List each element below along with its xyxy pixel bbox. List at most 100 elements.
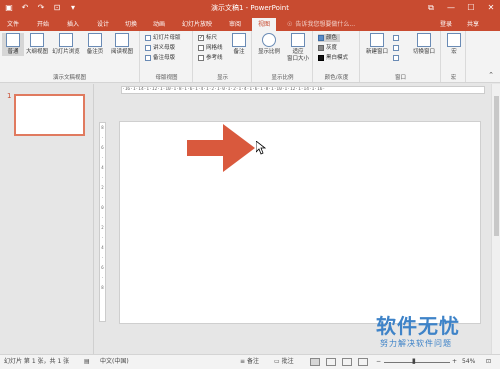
magnifier-icon xyxy=(262,33,276,47)
normal-view-button[interactable]: 普通 xyxy=(2,33,24,56)
minimize-icon[interactable]: — xyxy=(444,1,458,14)
tab-transitions[interactable]: 切换 xyxy=(120,18,142,31)
ribbon-tabs: 文件 开始 插入 设计 切换 动画 幻灯片放映 审阅 视图 告诉我您想要做什么.… xyxy=(0,16,500,31)
slide-master-icon xyxy=(145,34,151,41)
ribbon: 普通 大纲视图 幻灯片浏览 备注页 阅读视图 演示文稿视图 幻灯片母版 讲义母版… xyxy=(0,31,500,83)
slide-counter: 幻灯片 第 1 张，共 1 张 xyxy=(4,358,70,365)
title-bar: ▣ ↶ ↷ ⊡ ▾ 演示文稿1 - PowerPoint ⧉ — ☐ ✕ xyxy=(0,0,500,16)
slide-thumbnail-pane: 1 xyxy=(0,84,94,354)
guides-checkbox[interactable]: 参考线 xyxy=(198,54,223,62)
slide-number: 1 xyxy=(7,92,12,100)
notes-toggle[interactable]: ≡ 备注 xyxy=(240,355,259,369)
slide-sorter-status-icon[interactable] xyxy=(326,355,336,369)
zoom-button[interactable]: 显示比例 xyxy=(256,33,282,56)
ribbon-display-options-icon[interactable]: ⧉ xyxy=(424,1,438,14)
outline-view-button[interactable]: 大纲视图 xyxy=(26,33,48,56)
grayscale-button[interactable]: 灰度 xyxy=(318,44,337,52)
vruler-mark: · xyxy=(101,155,104,160)
group-color-grayscale: 颜色 灰度 黑白模式 颜色/灰度 xyxy=(314,31,360,82)
group-label: 窗口 xyxy=(394,75,406,81)
tab-file[interactable]: 文件 xyxy=(2,18,24,31)
normal-view-status-icon[interactable] xyxy=(310,355,320,369)
switch-windows-button[interactable]: 切换窗口 xyxy=(409,33,439,56)
maximize-icon[interactable]: ☐ xyxy=(464,1,478,14)
reading-view-status-icon[interactable] xyxy=(342,355,352,369)
handout-master-button[interactable]: 讲义母版 xyxy=(145,44,175,52)
vruler-mark: · xyxy=(101,215,104,220)
tab-review[interactable]: 审阅 xyxy=(224,18,246,31)
slideshow-status-icon[interactable] xyxy=(358,355,368,369)
cascade-button[interactable] xyxy=(393,44,401,52)
color-button[interactable]: 颜色 xyxy=(318,34,341,42)
cascade-icon xyxy=(393,44,399,51)
arrange-all-icon xyxy=(393,34,399,41)
zoom-in-icon[interactable]: + xyxy=(452,355,457,369)
zoom-slider-thumb[interactable]: ▮ xyxy=(412,354,416,368)
tab-view[interactable]: 视图 xyxy=(252,18,276,31)
tab-insert[interactable]: 插入 xyxy=(62,18,84,31)
checkmark-icon: ✓ xyxy=(198,34,204,41)
vruler-mark: · xyxy=(101,275,104,280)
scrollbar-thumb[interactable] xyxy=(494,96,499,236)
fit-to-window-button[interactable]: 适应 窗口大小 xyxy=(284,33,312,63)
slide-canvas[interactable] xyxy=(119,121,481,324)
group-label: 母版视图 xyxy=(155,75,178,81)
vruler-mark: 2 xyxy=(101,185,104,190)
language-indicator[interactable]: 中文(中国) xyxy=(100,355,129,369)
slide-master-button[interactable]: 幻灯片母版 xyxy=(145,34,181,42)
tab-animations[interactable]: 动画 xyxy=(148,18,170,31)
notes-page-button[interactable]: 备注页 xyxy=(84,33,106,56)
gridlines-checkbox[interactable]: 网格线 xyxy=(198,44,223,52)
tab-slideshow[interactable]: 幻灯片放映 xyxy=(176,18,218,31)
zoom-level[interactable]: 54% xyxy=(462,355,475,369)
zoom-out-icon[interactable]: − xyxy=(376,355,381,369)
macros-button[interactable]: 宏 xyxy=(443,33,465,56)
group-label: 颜色/灰度 xyxy=(324,75,349,81)
close-icon[interactable]: ✕ xyxy=(484,1,498,14)
outline-view-icon xyxy=(30,33,44,47)
tab-design[interactable]: 设计 xyxy=(92,18,114,31)
slide-thumbnail[interactable] xyxy=(14,94,85,136)
group-macros: 宏 宏 xyxy=(442,31,466,82)
group-label: 宏 xyxy=(450,75,457,81)
notes-master-button[interactable]: 备注母版 xyxy=(145,54,175,62)
spellcheck-icon[interactable]: ▤ xyxy=(84,355,90,369)
group-zoom: 显示比例 适应 窗口大小 显示比例 xyxy=(253,31,313,82)
login-link[interactable]: 登录 xyxy=(440,19,452,28)
notes-icon xyxy=(232,33,246,47)
vruler-mark: 6 xyxy=(101,145,104,150)
notes-button[interactable]: 备注 xyxy=(229,33,249,56)
slide-sorter-icon xyxy=(59,33,73,47)
vruler-mark: · xyxy=(101,135,104,140)
comments-toggle[interactable]: ▭ 批注 xyxy=(274,355,294,369)
right-arrow-shape[interactable] xyxy=(187,122,257,172)
fit-slide-icon[interactable]: ⊡ xyxy=(486,355,491,369)
tab-home[interactable]: 开始 xyxy=(32,18,54,31)
vruler-mark: 8 xyxy=(101,125,104,130)
grayscale-swatch-icon xyxy=(318,44,324,51)
tell-me-box[interactable]: 告诉我您想要做什么... xyxy=(287,19,355,28)
vruler-mark: · xyxy=(101,195,104,200)
new-window-icon xyxy=(370,33,384,47)
black-white-button[interactable]: 黑白模式 xyxy=(318,54,348,62)
ruler-checkbox[interactable]: ✓ 标尺 xyxy=(198,34,217,42)
vruler-mark: 0 xyxy=(101,205,104,210)
watermark: 软件无忧 努力解决软件问题 xyxy=(376,310,498,354)
new-window-button[interactable]: 新建窗口 xyxy=(363,33,391,56)
group-presentation-views: 普通 大纲视图 幻灯片浏览 备注页 阅读视图 演示文稿视图 xyxy=(0,31,140,82)
fit-window-icon xyxy=(291,33,305,47)
arrange-all-button[interactable] xyxy=(393,34,401,42)
group-show: ✓ 标尺 网格线 参考线 备注 显示 xyxy=(194,31,252,82)
zoom-slider[interactable] xyxy=(384,362,450,363)
status-bar: 幻灯片 第 1 张，共 1 张 ▤ 中文(中国) ≡ 备注 ▭ 批注 − ▮ +… xyxy=(0,354,500,369)
window-controls: ⧉ — ☐ ✕ xyxy=(424,1,498,14)
reading-view-button[interactable]: 阅读视图 xyxy=(108,33,136,56)
move-split-button[interactable] xyxy=(393,54,401,62)
share-button[interactable]: 共享 xyxy=(467,19,479,28)
horizontal-ruler: ·16·1·14·1·12·1·10·1·8·1·6·1·4·1·2·1·0·1… xyxy=(121,86,485,94)
vruler-mark: 8 xyxy=(101,285,104,290)
slide-sorter-button[interactable]: 幻灯片浏览 xyxy=(52,33,80,56)
collapse-ribbon-icon[interactable]: ⌃ xyxy=(488,71,494,79)
notes-master-icon xyxy=(145,54,151,61)
group-master-views: 幻灯片母版 讲义母版 备注母版 母版视图 xyxy=(141,31,193,82)
